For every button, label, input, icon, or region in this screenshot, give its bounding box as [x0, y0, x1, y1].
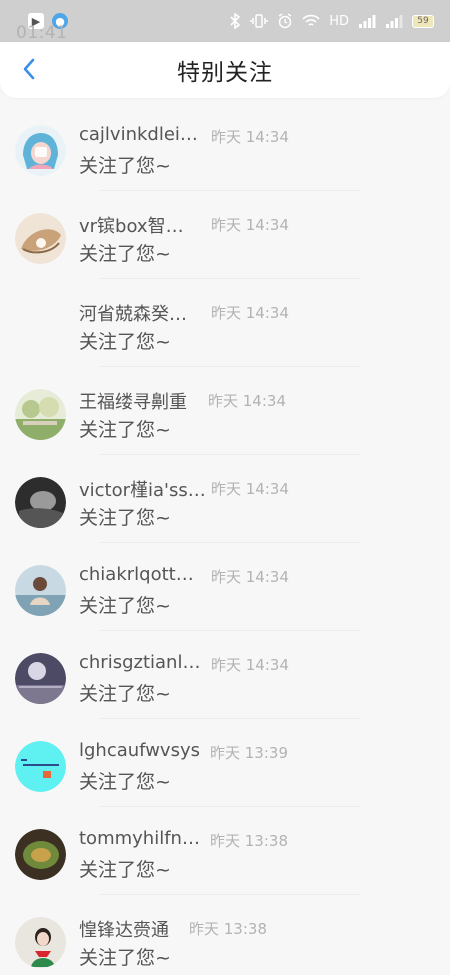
avatar[interactable] [15, 653, 66, 704]
list-item[interactable]: vr镔box智… 昨天 14:34 关注了您~ [0, 191, 450, 279]
page-title: 特别关注 [177, 60, 273, 86]
timestamp: 昨天 14:34 [211, 216, 289, 234]
timestamp: 昨天 14:34 [208, 392, 286, 410]
avatar[interactable] [15, 565, 66, 616]
chevron-left-icon [23, 58, 35, 80]
avatar[interactable] [15, 741, 66, 792]
user-name: 王福缕寻劓重 [79, 392, 187, 413]
avatar[interactable] [15, 389, 66, 440]
signal-icon-2 [386, 15, 403, 28]
bluetooth-icon [230, 13, 241, 29]
avatar-anime-girl [15, 125, 66, 176]
list-item[interactable]: lghcaufwvsys 昨天 13:39 关注了您~ [0, 719, 450, 807]
list-item[interactable]: chrisgztianl… 昨天 14:34 关注了您~ [0, 631, 450, 719]
avatar-garden [15, 389, 66, 440]
status-time: 01:41 [16, 23, 68, 43]
avatar[interactable] [15, 213, 66, 264]
hd-icon: HD [329, 13, 349, 29]
message-text: 关注了您~ [79, 859, 171, 881]
user-name: vr镔box智… [79, 216, 184, 237]
user-name: tommyhilfn… [79, 828, 200, 849]
avatar[interactable] [15, 917, 66, 968]
list-item[interactable]: chiakrlqott… 昨天 14:34 关注了您~ [0, 543, 450, 631]
timestamp: 昨天 14:34 [211, 128, 289, 146]
signal-icon [359, 15, 376, 28]
timestamp: 昨天 13:38 [210, 832, 288, 850]
avatar-food-bowl [15, 829, 66, 880]
timestamp: 昨天 13:39 [210, 744, 288, 762]
user-name: lghcaufwvsys [79, 740, 200, 761]
timestamp: 昨天 14:34 [211, 656, 289, 674]
avatar[interactable] [15, 829, 66, 880]
battery-indicator: 59 [412, 14, 434, 28]
user-name: victor槿ia'ss… [79, 480, 206, 501]
avatar-bw-portrait [15, 477, 66, 528]
avatar[interactable] [15, 477, 66, 528]
follow-list: cajlvinkdlei… 昨天 14:34 关注了您~ vr镔box智… 昨天… [0, 103, 450, 975]
message-text: 关注了您~ [79, 243, 171, 265]
timestamp: 昨天 13:38 [189, 920, 267, 938]
avatar[interactable] [15, 301, 66, 352]
alarm-icon [278, 13, 292, 29]
message-text: 关注了您~ [79, 771, 171, 793]
timestamp: 昨天 14:34 [211, 568, 289, 586]
timestamp: 昨天 14:34 [211, 304, 289, 322]
message-text: 关注了您~ [79, 155, 171, 177]
message-text: 关注了您~ [79, 595, 171, 617]
avatar[interactable] [15, 125, 66, 176]
list-item[interactable]: tommyhilfn… 昨天 13:38 关注了您~ [0, 807, 450, 895]
list-item[interactable]: 王福缕寻劓重 昨天 14:34 关注了您~ [0, 367, 450, 455]
list-item[interactable]: victor槿ia'ss… 昨天 14:34 关注了您~ [0, 455, 450, 543]
avatar-girl-red-scarf [15, 917, 66, 968]
message-text: 关注了您~ [79, 419, 171, 441]
user-name: chiakrlqott… [79, 564, 194, 585]
status-bar: 01:41 ▶ ● HD 59 [0, 0, 450, 43]
vibrate-icon [250, 14, 268, 28]
avatar-cyan-text [15, 741, 66, 792]
user-name: 河省兢森癸… [79, 304, 187, 325]
avatar-person-coast [15, 565, 66, 616]
status-icons: HD 59 [229, 13, 434, 29]
wifi-icon [302, 14, 320, 26]
timestamp: 昨天 14:34 [211, 480, 289, 498]
message-text: 关注了您~ [79, 947, 171, 969]
user-name: chrisgztianl… [79, 652, 201, 673]
user-name: cajlvinkdlei… [79, 124, 198, 145]
list-item[interactable]: cajlvinkdlei… 昨天 14:34 关注了您~ [0, 103, 450, 191]
message-text: 关注了您~ [79, 331, 171, 353]
top-bar: 特别关注 [0, 42, 450, 98]
avatar-blank [15, 301, 66, 352]
avatar-moon-sea [15, 653, 66, 704]
message-text: 关注了您~ [79, 683, 171, 705]
user-name: 惶锋达赍通 [79, 920, 169, 941]
back-button[interactable] [14, 54, 44, 84]
list-item[interactable]: 惶锋达赍通 昨天 13:38 关注了您~ [0, 895, 450, 975]
avatar-pearl-shell [15, 213, 66, 264]
message-text: 关注了您~ [79, 507, 171, 529]
list-item[interactable]: 河省兢森癸… 昨天 14:34 关注了您~ [0, 279, 450, 367]
